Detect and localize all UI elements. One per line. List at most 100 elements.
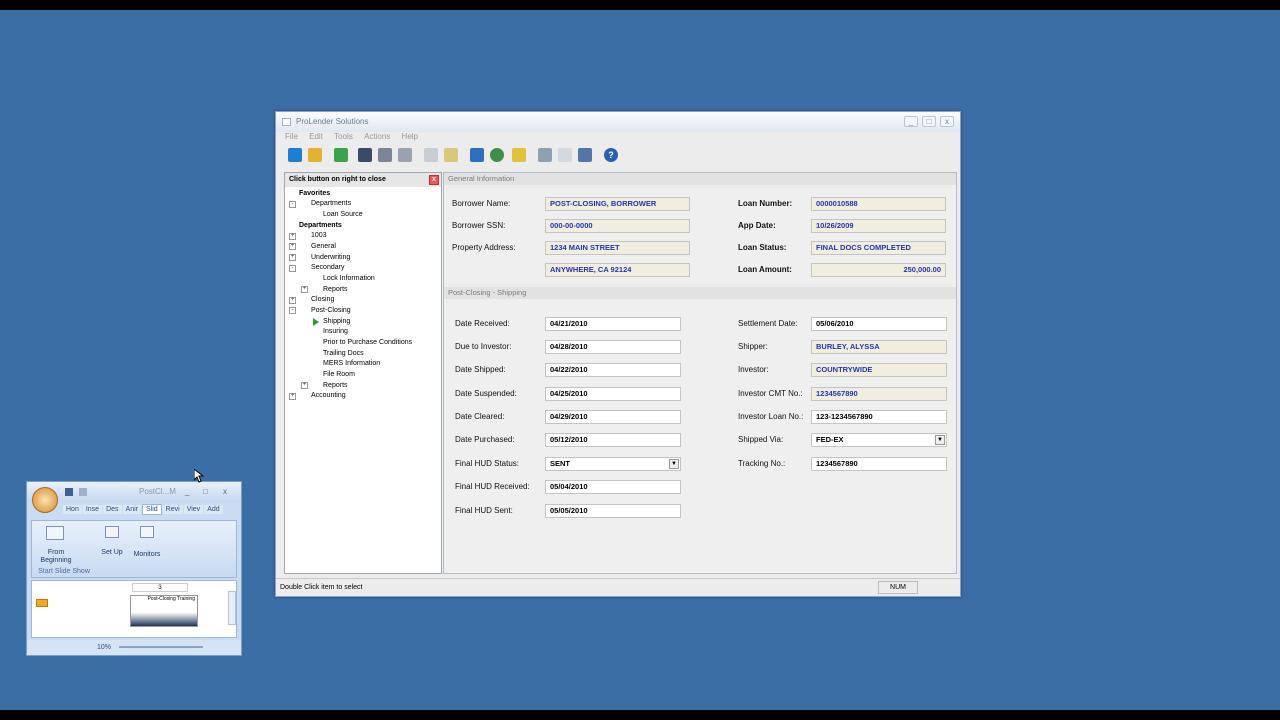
collapse-icon[interactable]: - [289, 201, 296, 208]
zoom-level: 10% [97, 644, 112, 651]
settlement-date-input[interactable]: 05/06/2010 [811, 317, 947, 331]
setup-icon [105, 526, 119, 538]
tree-prior-to-purchase[interactable]: Prior to Purchase Conditions [323, 338, 412, 348]
expand-icon[interactable]: + [289, 297, 296, 304]
undo-icon[interactable] [378, 148, 392, 162]
tree-reports-secondary[interactable]: Reports [323, 285, 348, 295]
tree-1003[interactable]: 1003 [311, 231, 327, 241]
collapse-icon[interactable]: - [289, 307, 296, 314]
office-button-icon[interactable] [32, 487, 58, 513]
tab-view[interactable]: Viev [183, 505, 204, 514]
chevron-down-icon[interactable]: ▼ [669, 459, 679, 469]
checklist-icon[interactable] [578, 148, 592, 162]
prolender-window: ProLender Solutions _ □ x File Edit Tool… [275, 111, 961, 597]
preview-icon[interactable] [444, 148, 458, 162]
powerpoint-titlebar[interactable]: PostCl...M _ □ x [27, 482, 241, 502]
expand-icon[interactable]: + [289, 393, 296, 400]
slide-thumb-icon[interactable] [36, 599, 48, 607]
expand-icon[interactable]: + [301, 382, 308, 389]
desktop: ProLender Solutions _ □ x File Edit Tool… [0, 10, 1280, 710]
menu-file[interactable]: File [285, 132, 298, 141]
close-button[interactable]: x [940, 116, 954, 127]
tree-favorites[interactable]: Favorites [299, 189, 330, 199]
final-hud-received-input[interactable]: 05/04/2010 [545, 480, 681, 494]
minimize-button[interactable]: _ [185, 482, 189, 502]
tree-accounting[interactable]: Accounting [311, 391, 346, 401]
close-button[interactable]: x [223, 482, 227, 502]
tracking-no-input[interactable]: 1234567890 [811, 457, 947, 471]
tab-slide-show[interactable]: Slid [141, 504, 162, 515]
date-received-input[interactable]: 04/21/2010 [545, 317, 681, 331]
shipped-via-select[interactable]: FED-EX ▼ [811, 433, 947, 447]
tree-secondary[interactable]: Secondary [311, 263, 344, 273]
tree-departments-fav[interactable]: Departments [311, 199, 351, 209]
globe-icon[interactable] [490, 148, 504, 162]
minimize-button[interactable]: _ [904, 116, 918, 127]
date-purchased-input[interactable]: 05/12/2010 [545, 433, 681, 447]
investor-loan-no-input[interactable]: 123-1234567890 [811, 410, 947, 424]
date-suspended-input[interactable]: 04/25/2010 [545, 387, 681, 401]
undo-icon[interactable] [79, 488, 87, 496]
address-line1-field: 1234 MAIN STREET [545, 241, 690, 255]
maximize-button[interactable]: □ [203, 482, 208, 502]
tree-lock-information[interactable]: Lock Information [323, 274, 375, 284]
final-hud-status-select[interactable]: SENT ▼ [545, 457, 681, 471]
final-hud-sent-input[interactable]: 05/05/2010 [545, 504, 681, 518]
collapse-icon[interactable]: - [289, 265, 296, 272]
slide-thumbnail[interactable]: Post-Closing Training [130, 595, 198, 627]
menu-actions[interactable]: Actions [364, 132, 390, 141]
menu-tools[interactable]: Tools [334, 132, 353, 141]
scrollbar[interactable] [228, 591, 236, 625]
menu-edit[interactable]: Edit [309, 132, 323, 141]
tree-icon[interactable] [288, 148, 302, 162]
folder-icon[interactable] [512, 148, 526, 162]
copy-icon[interactable] [424, 148, 438, 162]
save-icon[interactable] [358, 148, 372, 162]
tree-general[interactable]: General [311, 242, 336, 252]
flag-icon[interactable] [470, 148, 484, 162]
set-up-button[interactable]: Set Up [100, 549, 124, 557]
mail-icon[interactable] [558, 148, 572, 162]
chevron-down-icon[interactable]: ▼ [935, 435, 945, 445]
expand-icon[interactable]: + [289, 254, 296, 261]
tree-insuring[interactable]: Insuring [323, 327, 348, 337]
tree-trailing-docs[interactable]: Trailing Docs [323, 349, 364, 359]
tab-design[interactable]: Des [103, 505, 122, 514]
borrower-name-label: Borrower Name: [452, 199, 511, 208]
from-beginning-button[interactable]: From Beginning [34, 549, 78, 565]
maximize-button[interactable]: □ [922, 116, 936, 127]
tree-mers-information[interactable]: MERS Information [323, 359, 380, 369]
tab-home[interactable]: Hon [63, 505, 82, 514]
expand-icon[interactable]: + [301, 286, 308, 293]
nav-pane-close-button[interactable]: x [429, 175, 439, 185]
tree-loan-source[interactable]: Loan Source [323, 210, 363, 220]
general-info-header: General Information [444, 173, 956, 185]
tree-closing[interactable]: Closing [311, 295, 334, 305]
tree-post-closing[interactable]: Post-Closing [311, 306, 351, 316]
loan-status-label: Loan Status: [738, 243, 787, 252]
folder-add-icon[interactable] [308, 148, 322, 162]
tab-insert[interactable]: Inse [82, 505, 103, 514]
save-icon[interactable] [65, 488, 73, 496]
menu-help[interactable]: Help [402, 132, 418, 141]
window-titlebar[interactable]: ProLender Solutions _ □ x [276, 112, 960, 132]
tree-underwriting[interactable]: Underwriting [311, 253, 350, 263]
help-icon[interactable]: ? [604, 148, 618, 162]
search-icon[interactable] [538, 148, 552, 162]
tree-departments[interactable]: Departments [299, 221, 342, 231]
print-icon[interactable] [398, 148, 412, 162]
zoom-slider[interactable] [119, 646, 203, 648]
expand-icon[interactable]: + [289, 233, 296, 240]
tree-reports-post-closing[interactable]: Reports [323, 381, 348, 391]
date-cleared-input[interactable]: 04/29/2010 [545, 410, 681, 424]
refresh-icon[interactable] [334, 148, 348, 162]
tab-animations[interactable]: Anir [122, 505, 141, 514]
tab-review[interactable]: Revi [162, 505, 183, 514]
expand-icon[interactable]: + [289, 243, 296, 250]
tab-addins[interactable]: Add [204, 505, 223, 514]
due-to-investor-input[interactable]: 04/28/2010 [545, 340, 681, 354]
monitors-button[interactable]: Monitors [130, 551, 164, 558]
date-shipped-input[interactable]: 04/22/2010 [545, 363, 681, 377]
tree-file-room[interactable]: File Room [323, 370, 355, 380]
tree-shipping[interactable]: Shipping [323, 317, 350, 327]
